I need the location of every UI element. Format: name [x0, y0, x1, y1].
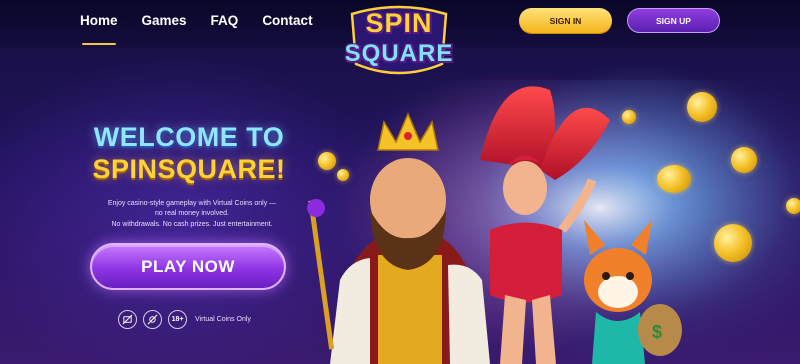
svg-text:$: $	[652, 322, 662, 342]
nav-games[interactable]: Games	[142, 13, 187, 28]
coin-icon	[337, 169, 349, 181]
coin-icon	[318, 152, 336, 170]
nav-faq[interactable]: FAQ	[211, 13, 239, 28]
nav-home[interactable]: Home	[80, 13, 118, 45]
no-cash-icon	[143, 310, 162, 329]
hero-description-line3: No withdrawals. No cash prizes. Just ent…	[111, 221, 273, 228]
logo-word-spin: SPIN	[365, 8, 433, 38]
age-18-icon: 18+	[168, 310, 187, 329]
site-logo[interactable]: SPIN SQUARE	[344, 4, 454, 78]
coin-icon	[714, 224, 752, 262]
sign-in-button[interactable]: SIGN IN	[519, 8, 612, 33]
play-now-button[interactable]: PLAY NOW	[90, 243, 286, 290]
hero-title-line1: WELCOME TO	[93, 122, 285, 152]
main-nav: Home Games FAQ Contact	[80, 13, 337, 45]
coin-icon	[786, 198, 800, 214]
coin-icon	[687, 92, 717, 122]
virtual-coins-label: Virtual Coins Only	[195, 316, 251, 323]
hero-description-line2: no real money involved.	[155, 210, 229, 217]
logo-word-square: SQUARE	[344, 40, 454, 67]
compliance-badges: 18+ Virtual Coins Only	[118, 310, 251, 329]
hero-title-line2: SPINSQUARE!	[92, 154, 286, 184]
nav-contact[interactable]: Contact	[262, 13, 312, 28]
hero-illustration: $	[300, 80, 800, 364]
no-money-icon	[118, 310, 137, 329]
sign-up-button[interactable]: SIGN UP	[627, 8, 720, 33]
coin-icon	[731, 147, 757, 173]
coin-icon	[622, 110, 636, 124]
coin-icon	[657, 165, 691, 193]
